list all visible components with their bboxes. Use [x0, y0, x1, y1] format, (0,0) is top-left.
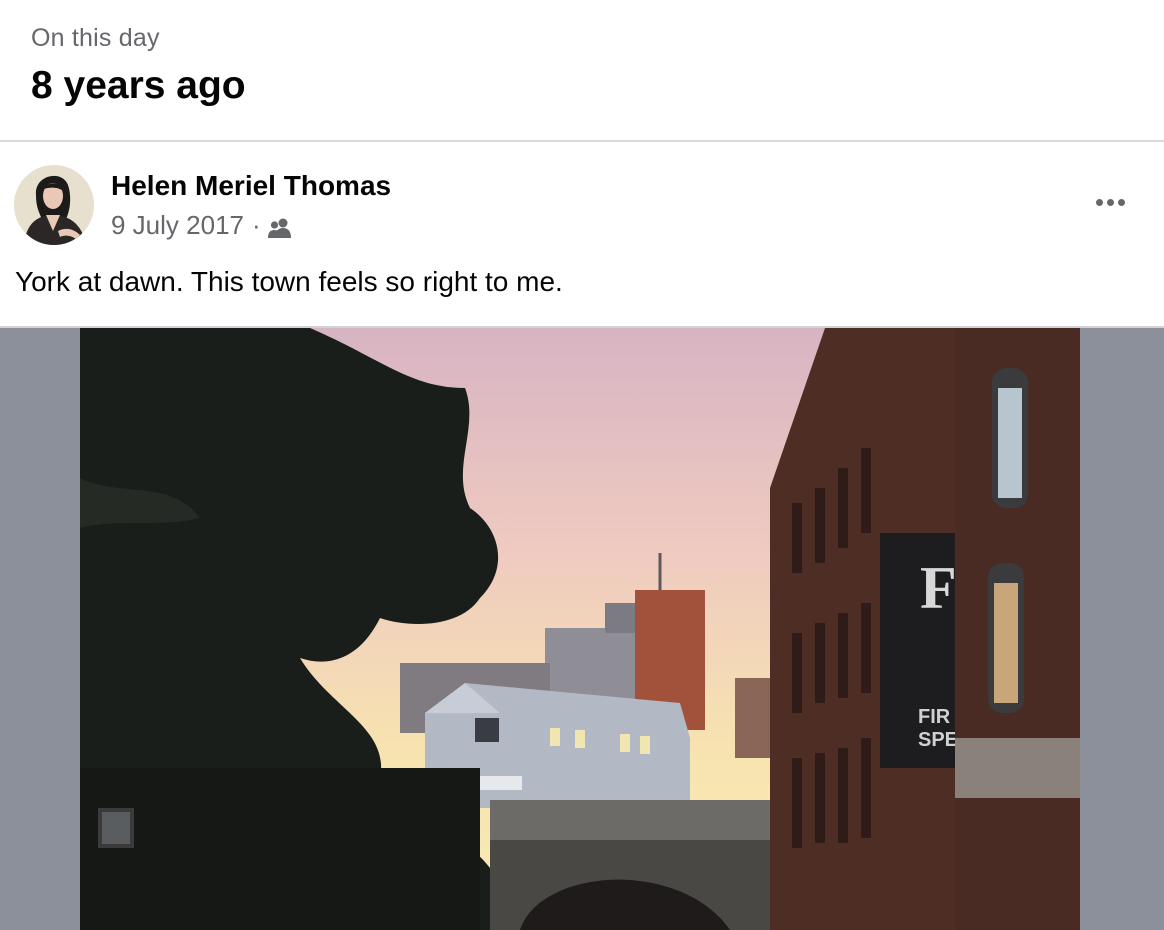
more-options-icon[interactable] — [1088, 190, 1132, 214]
memory-post: Helen Meriel Thomas 9 July 2017 · York a… — [0, 142, 1164, 930]
post-photo[interactable]: F FIR SPE — [80, 328, 1080, 930]
meta-separator: · — [251, 210, 261, 240]
memory-header: On this day 8 years ago — [0, 0, 1164, 142]
memory-kicker: On this day — [31, 24, 160, 52]
photo-sign-line-2: SPE — [918, 729, 958, 751]
post-meta: 9 July 2017 · — [111, 210, 293, 241]
avatar[interactable] — [14, 165, 94, 245]
photo-sign-line-1: FIR — [918, 706, 951, 728]
memory-title: 8 years ago — [31, 64, 246, 107]
photo-sign-letter: F — [920, 555, 957, 621]
avatar-image — [14, 165, 94, 245]
post-date[interactable]: 9 July 2017 — [111, 210, 244, 241]
post-text: York at dawn. This town feels so right t… — [15, 266, 563, 297]
photo-container: F FIR SPE — [0, 326, 1164, 930]
author-name[interactable]: Helen Meriel Thomas — [111, 170, 391, 202]
friends-icon[interactable] — [267, 215, 293, 238]
